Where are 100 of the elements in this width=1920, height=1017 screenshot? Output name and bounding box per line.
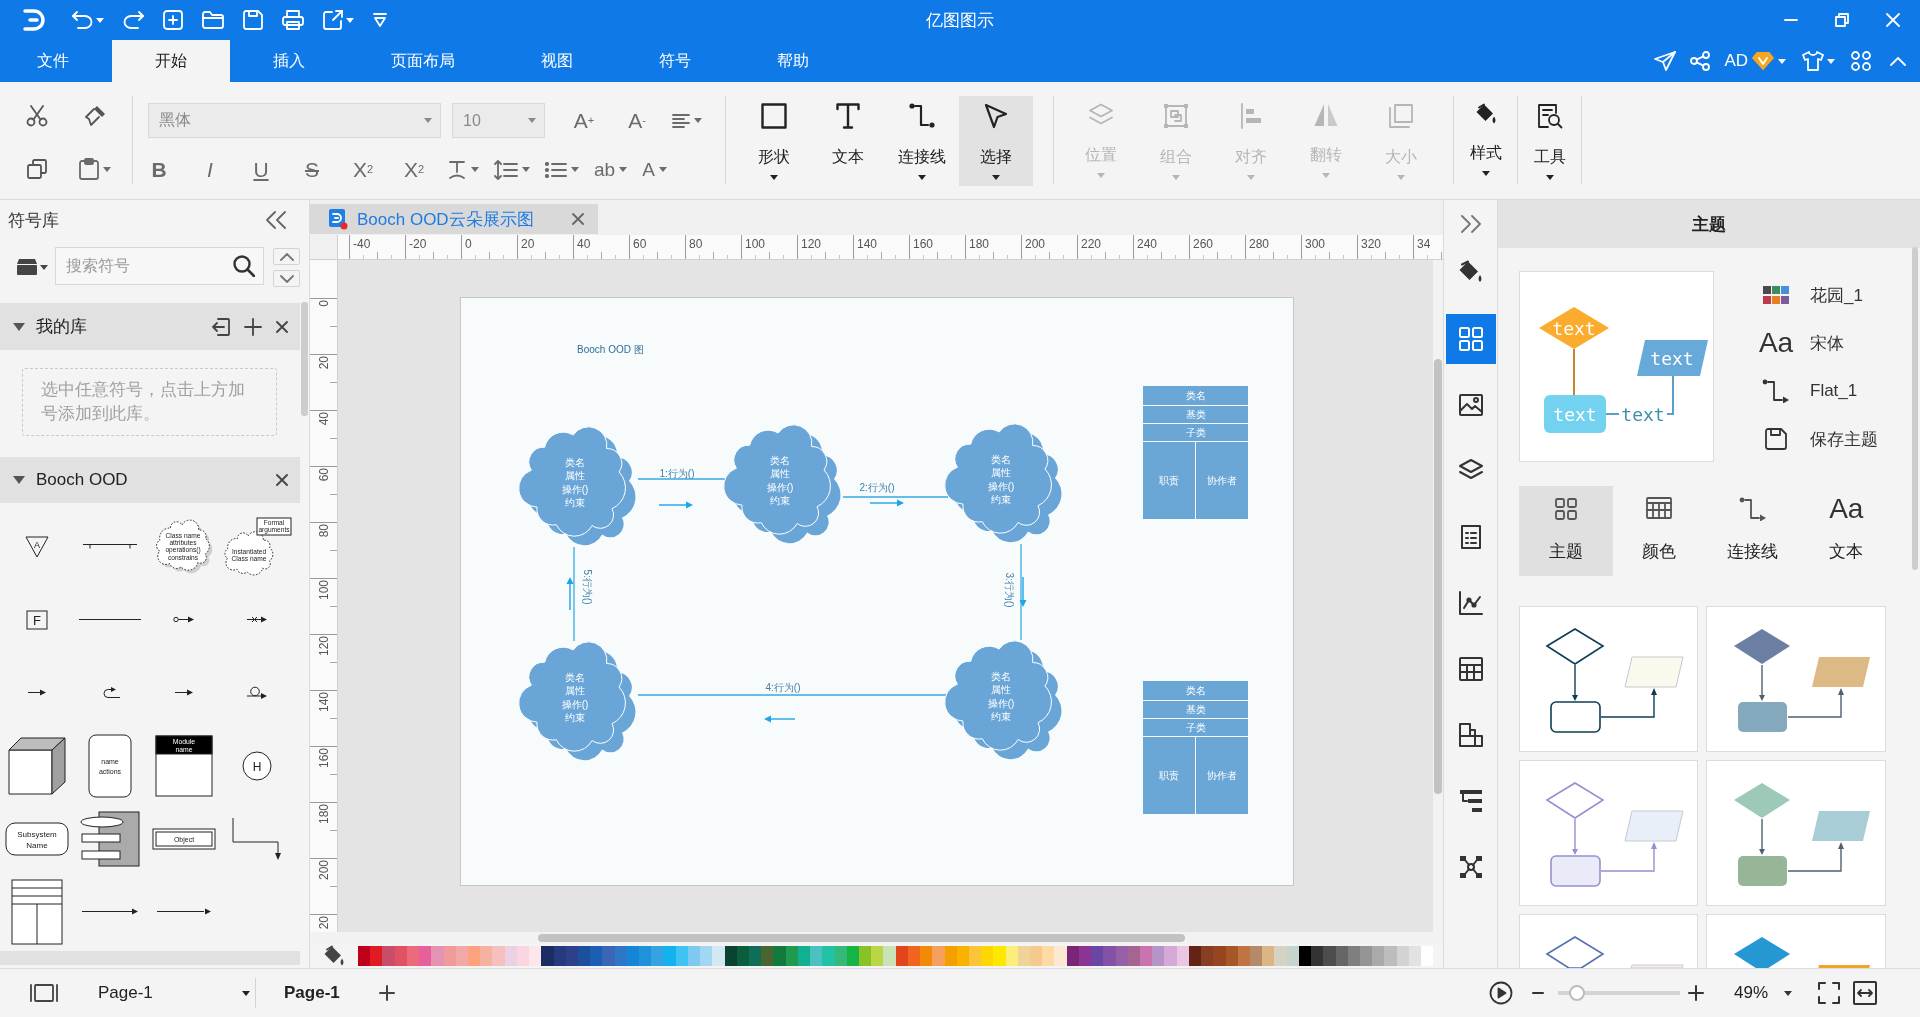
underline-button[interactable]: U: [243, 152, 279, 187]
color-swatch[interactable]: [382, 946, 395, 966]
scroll-up-button[interactable]: [273, 248, 300, 265]
add-page-icon[interactable]: [378, 985, 395, 1001]
gantt-icon[interactable]: [1457, 788, 1484, 814]
superscript-button[interactable]: X$^{2}$: [345, 152, 381, 187]
chevron-up-icon[interactable]: [1890, 56, 1906, 66]
elbow-arrow-icon[interactable]: [232, 816, 283, 861]
menu-tab[interactable]: 帮助: [734, 40, 852, 82]
image-icon[interactable]: [1457, 392, 1484, 418]
color-swatch[interactable]: [981, 946, 994, 966]
document-tab[interactable]: Booch OOD云朵展示图: [310, 204, 598, 234]
circle-letter-symbol[interactable]: H: [242, 750, 273, 781]
component-icon[interactable]: [80, 810, 141, 867]
color-swatch[interactable]: [639, 946, 652, 966]
collapse-left-icon[interactable]: [266, 211, 286, 229]
color-swatch[interactable]: [1421, 946, 1434, 966]
theme-grid-icon[interactable]: [1445, 314, 1496, 364]
format-painter-icon[interactable]: [84, 105, 106, 127]
scrollbar-thumb[interactable]: [538, 934, 1185, 942]
association-line[interactable]: [1020, 543, 1022, 641]
dropdown-menu-icon[interactable]: [373, 13, 387, 27]
page-tab[interactable]: Page-1: [284, 983, 340, 1003]
color-swatch[interactable]: [1091, 946, 1104, 966]
scissors-icon[interactable]: [26, 105, 48, 127]
menu-tab[interactable]: 文件: [0, 40, 112, 82]
color-swatch[interactable]: [920, 946, 933, 966]
color-swatch[interactable]: [810, 946, 823, 966]
color-swatch[interactable]: [1103, 946, 1116, 966]
caret-icon[interactable]: [1545, 175, 1554, 180]
theme-card[interactable]: [1706, 914, 1886, 968]
color-swatch[interactable]: [1384, 946, 1397, 966]
labeled-arrow-icon[interactable]: [81, 908, 140, 915]
import-icon[interactable]: [212, 317, 230, 336]
library-section-header[interactable]: Booch OOD: [0, 457, 300, 503]
style-button[interactable]: 样式: [1458, 96, 1513, 186]
close-icon[interactable]: [276, 320, 288, 333]
triangle-icon[interactable]: [13, 322, 25, 331]
menu-tab[interactable]: 符号: [616, 40, 734, 82]
save-theme-button[interactable]: 保存主题: [1758, 415, 1878, 463]
table-icon[interactable]: [1457, 656, 1484, 682]
caret-icon[interactable]: [1784, 990, 1792, 996]
arrow-icon[interactable]: [26, 689, 47, 696]
bold-button[interactable]: B: [141, 152, 177, 187]
color-swatch[interactable]: [871, 946, 884, 966]
color-swatch[interactable]: [602, 946, 615, 966]
paint-bucket-icon[interactable]: [323, 945, 345, 967]
long-arrow-icon[interactable]: [155, 908, 212, 915]
plus-icon[interactable]: [244, 317, 262, 336]
page-selector[interactable]: Page-1: [98, 983, 250, 1003]
color-swatch[interactable]: [1164, 946, 1177, 966]
color-swatch[interactable]: [712, 946, 725, 966]
menu-tab[interactable]: 视图: [498, 40, 616, 82]
drawer-icon[interactable]: [16, 258, 38, 276]
menu-tab[interactable]: 插入: [230, 40, 348, 82]
play-icon[interactable]: [1488, 981, 1513, 1005]
save-icon[interactable]: [243, 10, 263, 30]
close-icon[interactable]: [572, 213, 584, 225]
color-swatch[interactable]: [749, 946, 762, 966]
caret-icon[interactable]: [1481, 171, 1490, 176]
grow-font-button[interactable]: A$^{+}$: [566, 103, 602, 138]
color-swatch[interactable]: [761, 946, 774, 966]
scrollbar-thumb[interactable]: [301, 302, 308, 416]
cross-arrow-icon[interactable]: [246, 616, 269, 623]
color-swatch[interactable]: [700, 946, 713, 966]
restore-icon[interactable]: [1835, 13, 1849, 27]
color-swatch[interactable]: [663, 946, 676, 966]
color-swatch[interactable]: [590, 946, 603, 966]
connector-tool-button[interactable]: 连接线: [885, 96, 959, 186]
color-scheme-button[interactable]: 花园_1: [1758, 271, 1878, 319]
strikethrough-button[interactable]: S: [294, 152, 330, 187]
shrink-font-button[interactable]: A$^{-}$: [619, 103, 655, 138]
color-swatch[interactable]: [1323, 946, 1336, 966]
copy-icon[interactable]: [27, 159, 47, 179]
short-arrow-icon[interactable]: [173, 689, 194, 696]
close-icon[interactable]: [276, 474, 288, 486]
color-swatch[interactable]: [541, 946, 554, 966]
association-line[interactable]: [573, 546, 575, 642]
caret-icon[interactable]: [992, 175, 1000, 180]
scrollbar-thumb[interactable]: [1434, 359, 1442, 794]
color-swatch[interactable]: [1372, 946, 1385, 966]
color-swatch[interactable]: [1152, 946, 1165, 966]
menu-tab[interactable]: 页面布局: [348, 40, 498, 82]
caret-icon[interactable]: [40, 264, 48, 270]
scrollbar-thumb[interactable]: [1912, 247, 1918, 570]
subsystem-symbol[interactable]: Subsystem Name: [4, 821, 69, 856]
color-swatch[interactable]: [1311, 946, 1324, 966]
page-view-icon[interactable]: [30, 983, 58, 1003]
text-format-icon[interactable]: [447, 159, 467, 180]
color-swatch[interactable]: [1213, 946, 1226, 966]
redo-icon[interactable]: [123, 11, 144, 29]
circle-arrow-icon[interactable]: [172, 616, 195, 623]
italic-button[interactable]: I: [192, 152, 228, 187]
theme-card[interactable]: [1519, 606, 1698, 752]
color-tab[interactable]: 颜色: [1612, 486, 1706, 576]
association-line[interactable]: [637, 478, 728, 480]
color-swatch[interactable]: [1140, 946, 1153, 966]
font-color-button[interactable]: A: [642, 158, 655, 181]
shirt-icon[interactable]: [1802, 51, 1824, 71]
line-icon[interactable]: [79, 618, 142, 621]
